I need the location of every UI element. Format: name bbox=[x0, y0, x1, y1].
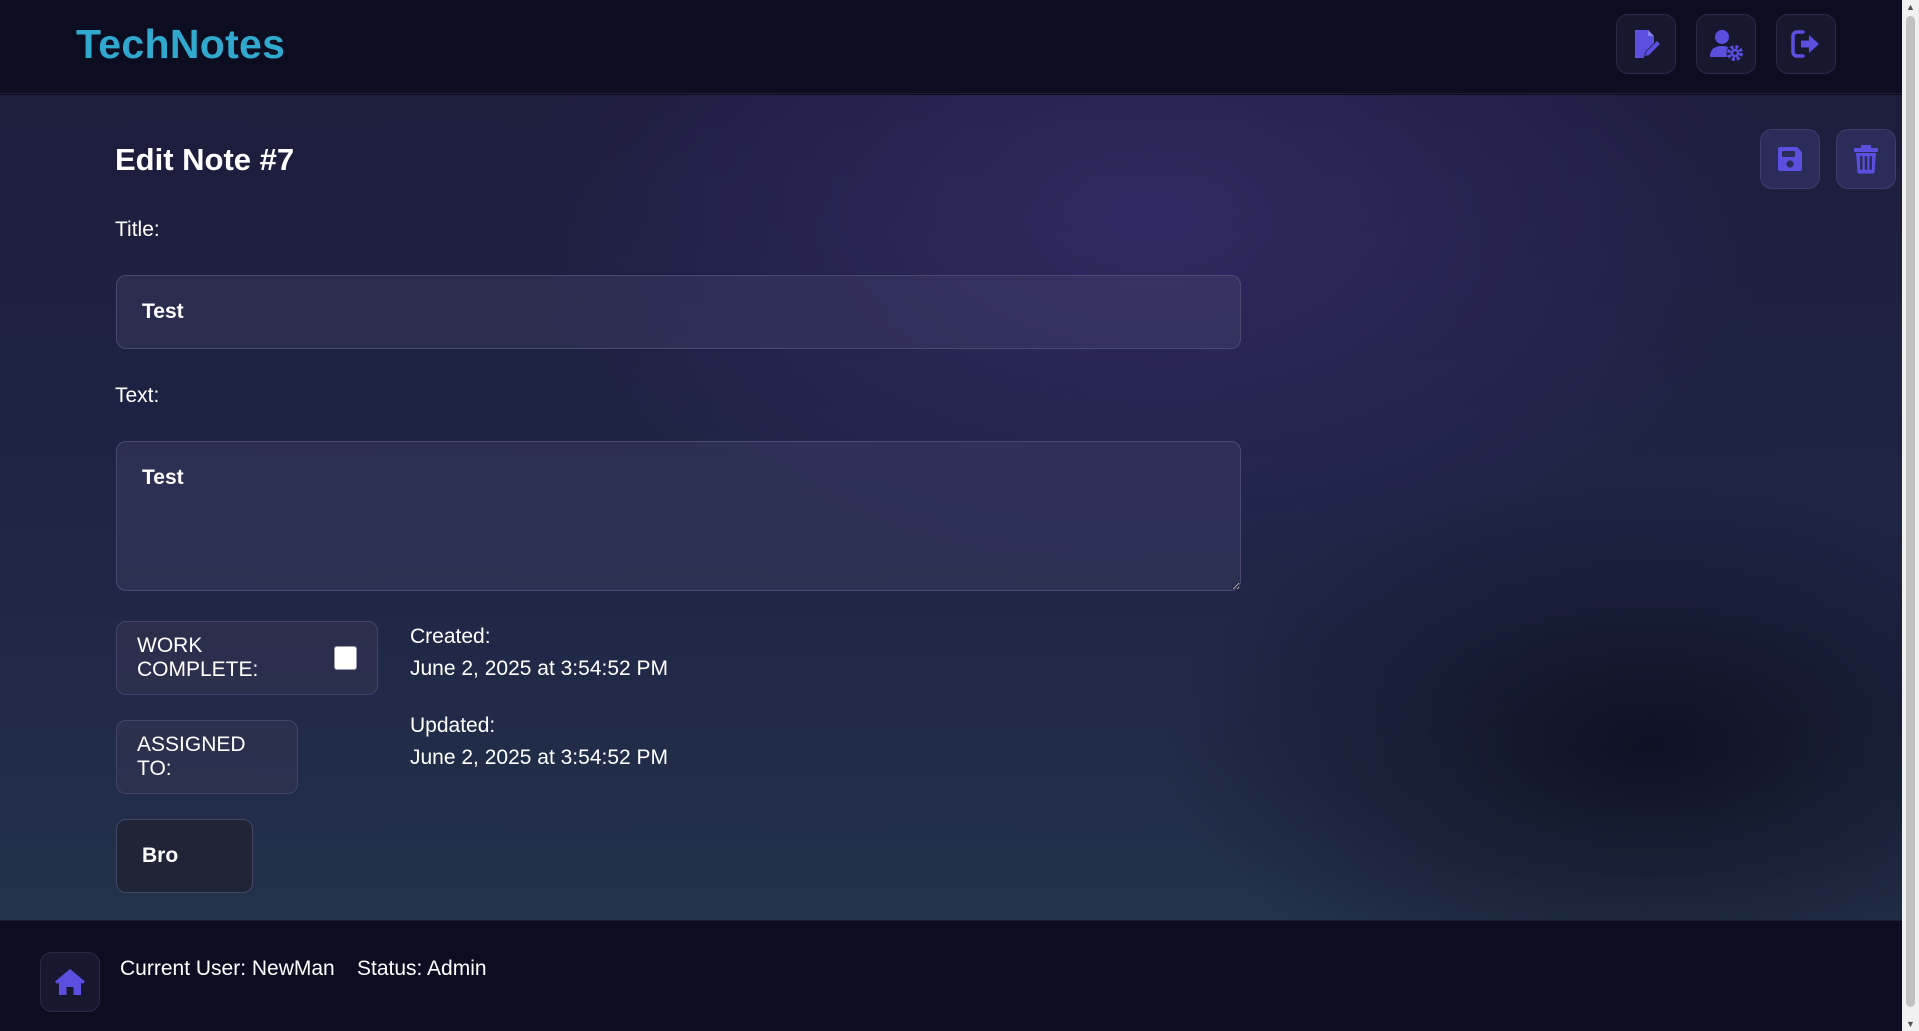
note-edit-icon bbox=[1635, 30, 1660, 58]
app-window: TechNotes Edit Note #7 Title: Test Text:… bbox=[0, 0, 1919, 1031]
updated-label: Updated: bbox=[410, 714, 496, 737]
home-button[interactable] bbox=[40, 952, 100, 1012]
work-complete-field: WORK COMPLETE: bbox=[116, 621, 378, 695]
footer: Current User: NewMan Status: Admin bbox=[0, 920, 1902, 1031]
logout-icon bbox=[1791, 30, 1819, 58]
user-gear-icon bbox=[1710, 30, 1743, 61]
delete-button[interactable] bbox=[1836, 129, 1896, 189]
current-user-text: Current User: NewMan bbox=[120, 957, 335, 980]
title-label: Title: bbox=[115, 218, 160, 241]
brand-logo[interactable]: TechNotes bbox=[76, 21, 285, 68]
scroll-down-arrow[interactable]: ▼ bbox=[1902, 1017, 1919, 1031]
updated-value: June 2, 2025 at 3:54:52 PM bbox=[410, 746, 669, 769]
save-icon bbox=[1778, 147, 1802, 171]
created-info: Created: June 2, 2025 at 3:54:52 PM bbox=[410, 621, 668, 685]
text-label: Text: bbox=[115, 384, 160, 407]
text-textarea[interactable]: Test bbox=[116, 441, 1241, 591]
scroll-up-arrow[interactable]: ▲ bbox=[1902, 0, 1919, 14]
logout-button[interactable] bbox=[1776, 14, 1836, 74]
trash-icon bbox=[1854, 145, 1878, 174]
updated-info: Updated: June 2, 2025 at 3:54:52 PM bbox=[410, 710, 668, 774]
created-value: June 2, 2025 at 3:54:52 PM bbox=[410, 657, 669, 680]
new-note-button[interactable] bbox=[1616, 14, 1676, 74]
work-complete-checkbox[interactable] bbox=[334, 646, 357, 670]
assigned-to-field: ASSIGNED TO: bbox=[116, 720, 298, 794]
page-title: Edit Note #7 bbox=[115, 142, 295, 177]
assigned-to-value: Bro bbox=[142, 844, 179, 867]
header: TechNotes bbox=[0, 0, 1902, 94]
title-input[interactable] bbox=[116, 275, 1241, 349]
status-text: Status: Admin bbox=[357, 957, 487, 980]
scroll-thumb[interactable] bbox=[1906, 16, 1915, 1007]
scrollbar[interactable]: ▲ ▼ bbox=[1902, 0, 1919, 1031]
home-icon bbox=[55, 969, 85, 995]
save-button[interactable] bbox=[1760, 129, 1820, 189]
created-label: Created: bbox=[410, 625, 491, 648]
assigned-to-select[interactable]: Bro bbox=[116, 819, 253, 893]
edit-note-form: Edit Note #7 Title: Text: Test WORK COM bbox=[0, 95, 1902, 920]
assigned-to-label: ASSIGNED TO: bbox=[137, 733, 246, 780]
user-settings-button[interactable] bbox=[1696, 14, 1756, 74]
work-complete-label: WORK COMPLETE: bbox=[137, 634, 259, 681]
